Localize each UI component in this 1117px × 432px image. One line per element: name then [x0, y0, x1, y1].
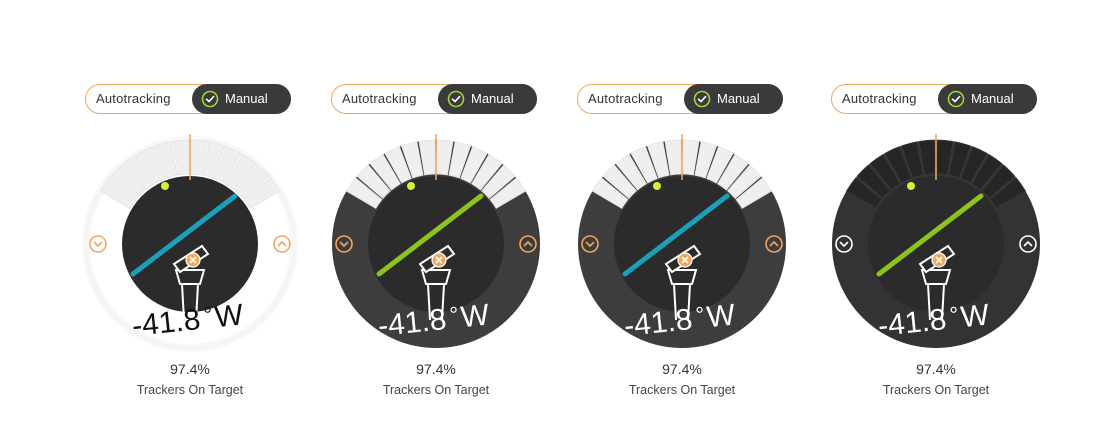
azimuth-dial: -41.8°W [82, 134, 298, 352]
autotracking-option[interactable]: Autotracking [342, 85, 417, 112]
azimuth-dial: -41.8°W [332, 134, 540, 348]
on-target-caption: Trackers On Target [136, 383, 244, 397]
angle-direction: W [959, 298, 991, 334]
manual-label: Manual [971, 90, 1014, 106]
dial-face [614, 176, 750, 312]
tracker-card: Autotracking Manual -41.8°W 97.4% Trackers… [80, 0, 300, 432]
manual-option[interactable]: Manual [684, 83, 783, 114]
sun-indicator-dot [653, 182, 661, 190]
manual-option[interactable]: Manual [438, 83, 537, 114]
on-target-caption: Trackers On Target [628, 383, 736, 397]
manual-option[interactable]: Manual [938, 83, 1037, 114]
mode-toggle: Autotracking Manual [331, 83, 537, 114]
mode-toggle: Autotracking Manual [577, 83, 783, 114]
manual-label: Manual [471, 90, 514, 106]
sun-indicator-dot [161, 182, 169, 190]
check-circle-icon [201, 90, 219, 107]
mode-toggle: Autotracking Manual [831, 83, 1037, 114]
target-x-icon [677, 252, 693, 268]
angle-direction: W [459, 298, 491, 334]
tracker-card: Autotracking Manual -41.8°W 97.4% Trackers… [826, 0, 1046, 432]
tracker-card: Autotracking Manual -41.8°W 97.4% Trackers… [326, 0, 546, 432]
manual-label: Manual [717, 90, 760, 106]
autotracking-option[interactable]: Autotracking [588, 85, 663, 112]
tracker-card: Autotracking Manual -41.8°W 97.4% Trackers… [572, 0, 792, 432]
check-circle-icon [947, 90, 965, 107]
target-x-icon [185, 252, 201, 268]
dial-face [868, 176, 1004, 312]
target-x-icon [931, 252, 947, 268]
sun-indicator-dot [407, 182, 415, 190]
check-circle-icon [693, 90, 711, 107]
manual-option[interactable]: Manual [192, 83, 291, 114]
on-target-caption: Trackers On Target [382, 383, 490, 397]
azimuth-dial: -41.8°W [832, 134, 1040, 348]
dial-face [122, 176, 258, 312]
mode-toggle: Autotracking Manual [85, 83, 291, 114]
autotracking-option[interactable]: Autotracking [96, 85, 171, 112]
sun-indicator-dot [907, 182, 915, 190]
angle-direction: W [213, 298, 245, 334]
check-circle-icon [447, 90, 465, 107]
manual-label: Manual [225, 90, 268, 106]
on-target-percent: 97.4% [170, 361, 210, 377]
target-x-icon [431, 252, 447, 268]
autotracking-option[interactable]: Autotracking [842, 85, 917, 112]
dial-face [368, 176, 504, 312]
on-target-caption: Trackers On Target [882, 383, 990, 397]
angle-direction: W [705, 298, 737, 334]
on-target-percent: 97.4% [916, 361, 956, 377]
azimuth-dial: -41.8°W [578, 134, 786, 348]
on-target-percent: 97.4% [416, 361, 456, 377]
on-target-percent: 97.4% [662, 361, 702, 377]
